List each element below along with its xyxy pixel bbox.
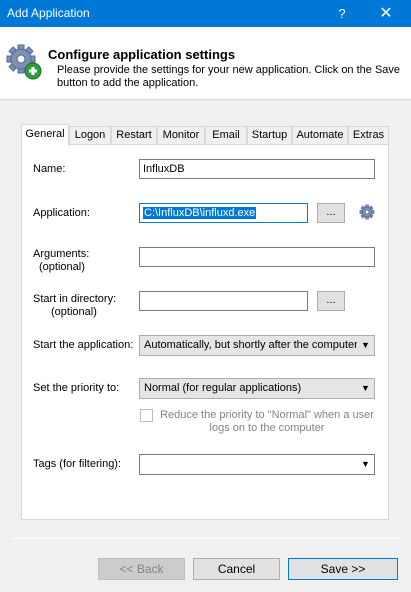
name-label: Name:: [33, 163, 66, 175]
header-description: Please provide the settings for your new…: [57, 64, 401, 89]
gear-icon[interactable]: [359, 204, 375, 220]
cancel-button[interactable]: Cancel: [193, 558, 280, 580]
tab-monitor[interactable]: Monitor: [157, 126, 205, 145]
help-button[interactable]: ?: [322, 0, 362, 27]
name-input[interactable]: InfluxDB: [139, 159, 375, 179]
start-directory-browse-button[interactable]: ...: [317, 291, 345, 311]
reduce-priority-checkbox[interactable]: [140, 409, 153, 422]
application-input[interactable]: C:\InfluxDB\influxd.exe: [139, 203, 308, 223]
general-tab-panel: Name: InfluxDB Application: C:\InfluxDB\…: [21, 144, 389, 520]
start-application-select[interactable]: Automatically, but shortly after the com…: [139, 335, 375, 356]
arguments-optional-label: (optional): [39, 261, 85, 273]
start-application-label: Start the application:: [33, 339, 134, 351]
gear-add-icon: [6, 44, 42, 80]
start-directory-label: Start in directory:: [33, 293, 117, 305]
header-title: Configure application settings: [48, 47, 236, 62]
application-label: Application:: [33, 207, 90, 219]
priority-label: Set the priority to:: [33, 382, 120, 394]
tab-logon[interactable]: Logon: [69, 126, 111, 145]
tab-email[interactable]: Email: [205, 126, 247, 145]
tags-select[interactable]: ▼: [139, 454, 375, 475]
close-button[interactable]: ✕: [366, 0, 406, 27]
chevron-down-icon: ▼: [357, 455, 374, 474]
tab-startup[interactable]: Startup: [247, 126, 292, 145]
tab-restart[interactable]: Restart: [111, 126, 157, 145]
application-browse-button[interactable]: ...: [317, 203, 345, 223]
arguments-input[interactable]: [139, 247, 375, 267]
tab-automate[interactable]: Automate: [292, 126, 348, 145]
dialog-header: Configure application settings Please pr…: [0, 27, 411, 100]
title-bar: Add Application ? ✕: [0, 0, 411, 27]
start-application-value: Automatically, but shortly after the com…: [144, 339, 367, 351]
application-input-value: C:\InfluxDB\influxd.exe: [143, 207, 257, 219]
reduce-priority-label: Reduce the priority to "Normal" when a u…: [160, 409, 374, 434]
tags-label: Tags (for filtering):: [33, 458, 122, 470]
chevron-down-icon: ▼: [357, 336, 374, 355]
start-directory-optional-label: (optional): [51, 306, 97, 318]
start-directory-input[interactable]: [139, 291, 308, 311]
window-title: Add Application: [7, 6, 90, 20]
tab-general[interactable]: General: [21, 124, 69, 146]
back-button[interactable]: << Back: [98, 558, 185, 580]
priority-value: Normal (for regular applications): [144, 382, 302, 394]
tab-extras[interactable]: Extras: [348, 126, 389, 145]
arguments-label: Arguments:: [33, 248, 90, 260]
priority-select[interactable]: Normal (for regular applications) ▼: [139, 378, 375, 399]
save-button[interactable]: Save >>: [288, 558, 398, 580]
chevron-down-icon: ▼: [357, 379, 374, 398]
footer-separator: [11, 538, 400, 539]
